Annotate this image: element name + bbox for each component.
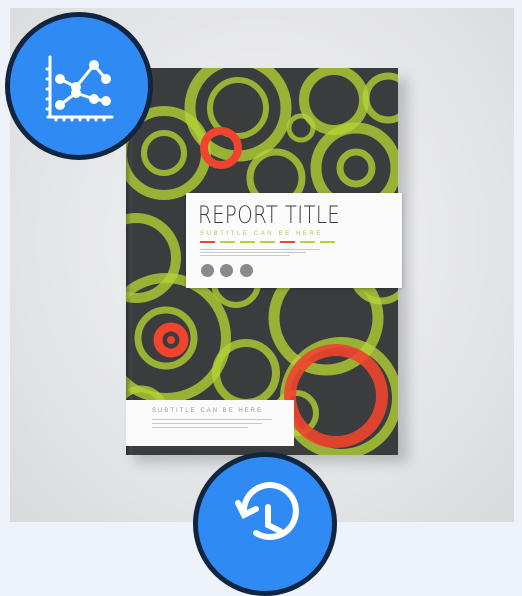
social-icon (201, 264, 214, 277)
bottom-subtitle: SUBTITLE CAN BE HERE (152, 408, 264, 414)
placeholder-text-lines (200, 249, 320, 258)
line-chart-icon (45, 55, 114, 122)
bottom-panel: SUBTITLE CAN BE HERE (126, 400, 294, 446)
report-title: REPORT TITLE (198, 201, 341, 229)
title-panel: REPORT TITLE SUBTITLE CAN BE HERE (186, 193, 402, 288)
history-icon (235, 482, 299, 540)
line-chart-badge[interactable] (5, 12, 153, 160)
social-icons-row (201, 264, 255, 282)
social-icon (239, 264, 253, 277)
report-subtitle: SUBTITLE CAN BE HERE (200, 231, 324, 237)
history-badge[interactable] (193, 452, 337, 596)
social-icon (220, 264, 234, 277)
bottom-placeholder-lines (152, 419, 272, 431)
color-dash-line (200, 241, 335, 243)
